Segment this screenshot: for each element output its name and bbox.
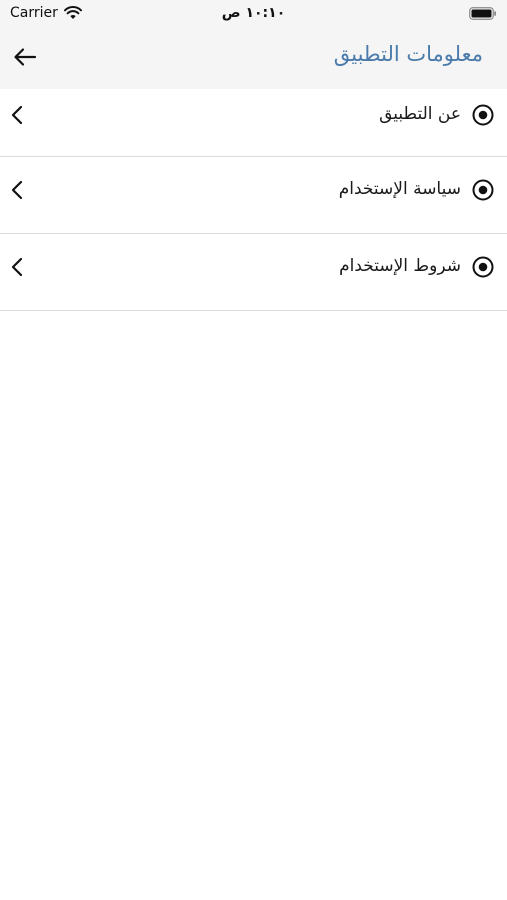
radio-dot-icon (472, 104, 494, 126)
menu-item-about-app[interactable]: عن التطبيق (0, 89, 507, 157)
chevron-left-icon (11, 180, 23, 200)
menu-item-usage-policy[interactable]: سياسة الإستخدام (0, 157, 507, 234)
app-header: معلومات التطبيق (0, 28, 507, 89)
chevron-left-icon (11, 257, 23, 277)
radio-dot-icon (472, 256, 494, 278)
status-bar: Carrier ١٠:١٠ ص (0, 0, 507, 28)
back-button[interactable] (10, 42, 40, 72)
radio-dot-icon (472, 179, 494, 201)
chevron-left-icon (11, 105, 23, 125)
app-info-menu: عن التطبيق سياسة الإستخدام شروط الإستخدا… (0, 89, 507, 311)
status-time: ١٠:١٠ ص (221, 5, 286, 21)
menu-item-label: شروط الإستخدام (339, 256, 461, 276)
page-title: معلومات التطبيق (333, 42, 483, 66)
menu-item-label: عن التطبيق (379, 104, 461, 124)
arrow-left-icon (14, 48, 37, 66)
menu-item-terms-of-use[interactable]: شروط الإستخدام (0, 234, 507, 311)
battery-icon (469, 7, 496, 20)
menu-item-label: سياسة الإستخدام (338, 179, 461, 199)
